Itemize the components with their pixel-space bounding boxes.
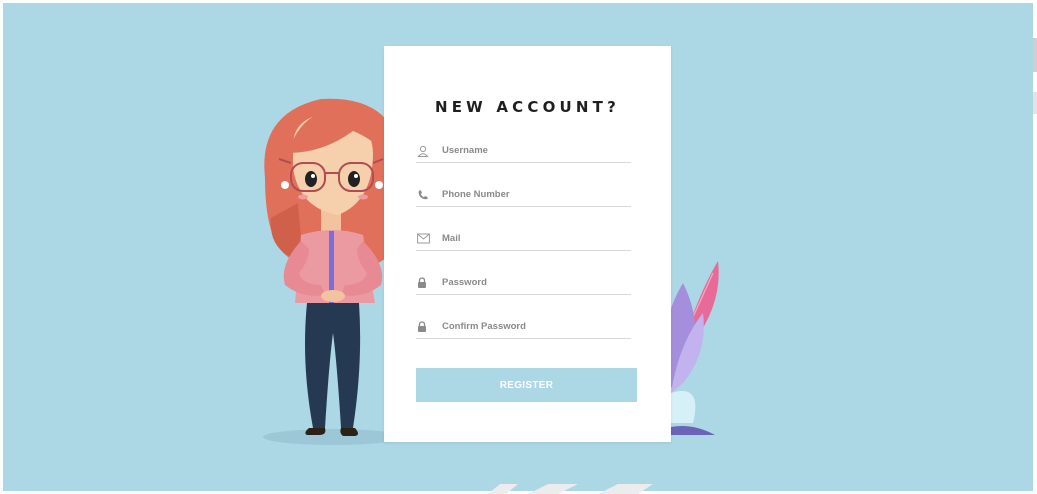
- phone-input[interactable]: [440, 189, 625, 200]
- mail-field[interactable]: [416, 227, 631, 251]
- phone-field[interactable]: [416, 183, 631, 207]
- mail-input[interactable]: [440, 233, 625, 244]
- page-title: NEW ACCOUNT?: [434, 98, 620, 116]
- username-field[interactable]: [416, 139, 631, 163]
- register-button[interactable]: REGISTER: [416, 368, 637, 402]
- confirm-password-field[interactable]: [416, 315, 631, 339]
- lock-icon: [416, 275, 440, 291]
- woman-shadow: [263, 429, 403, 445]
- confirm-password-input[interactable]: [440, 321, 625, 332]
- phone-icon: [416, 187, 440, 203]
- register-card: NEW ACCOUNT? Username Phone Number Mail …: [384, 46, 671, 442]
- username-input[interactable]: [440, 145, 625, 156]
- edge-decoration: [1033, 38, 1037, 114]
- password-input[interactable]: [440, 277, 625, 288]
- mail-icon: [416, 231, 440, 247]
- password-field[interactable]: [416, 271, 631, 295]
- plant-icon: [664, 261, 719, 435]
- page-background: NEW ACCOUNT? Username Phone Number Mail …: [3, 3, 1033, 491]
- edge-decoration-bottom: [488, 484, 653, 494]
- user-icon: [416, 143, 440, 159]
- lock-icon: [416, 319, 440, 335]
